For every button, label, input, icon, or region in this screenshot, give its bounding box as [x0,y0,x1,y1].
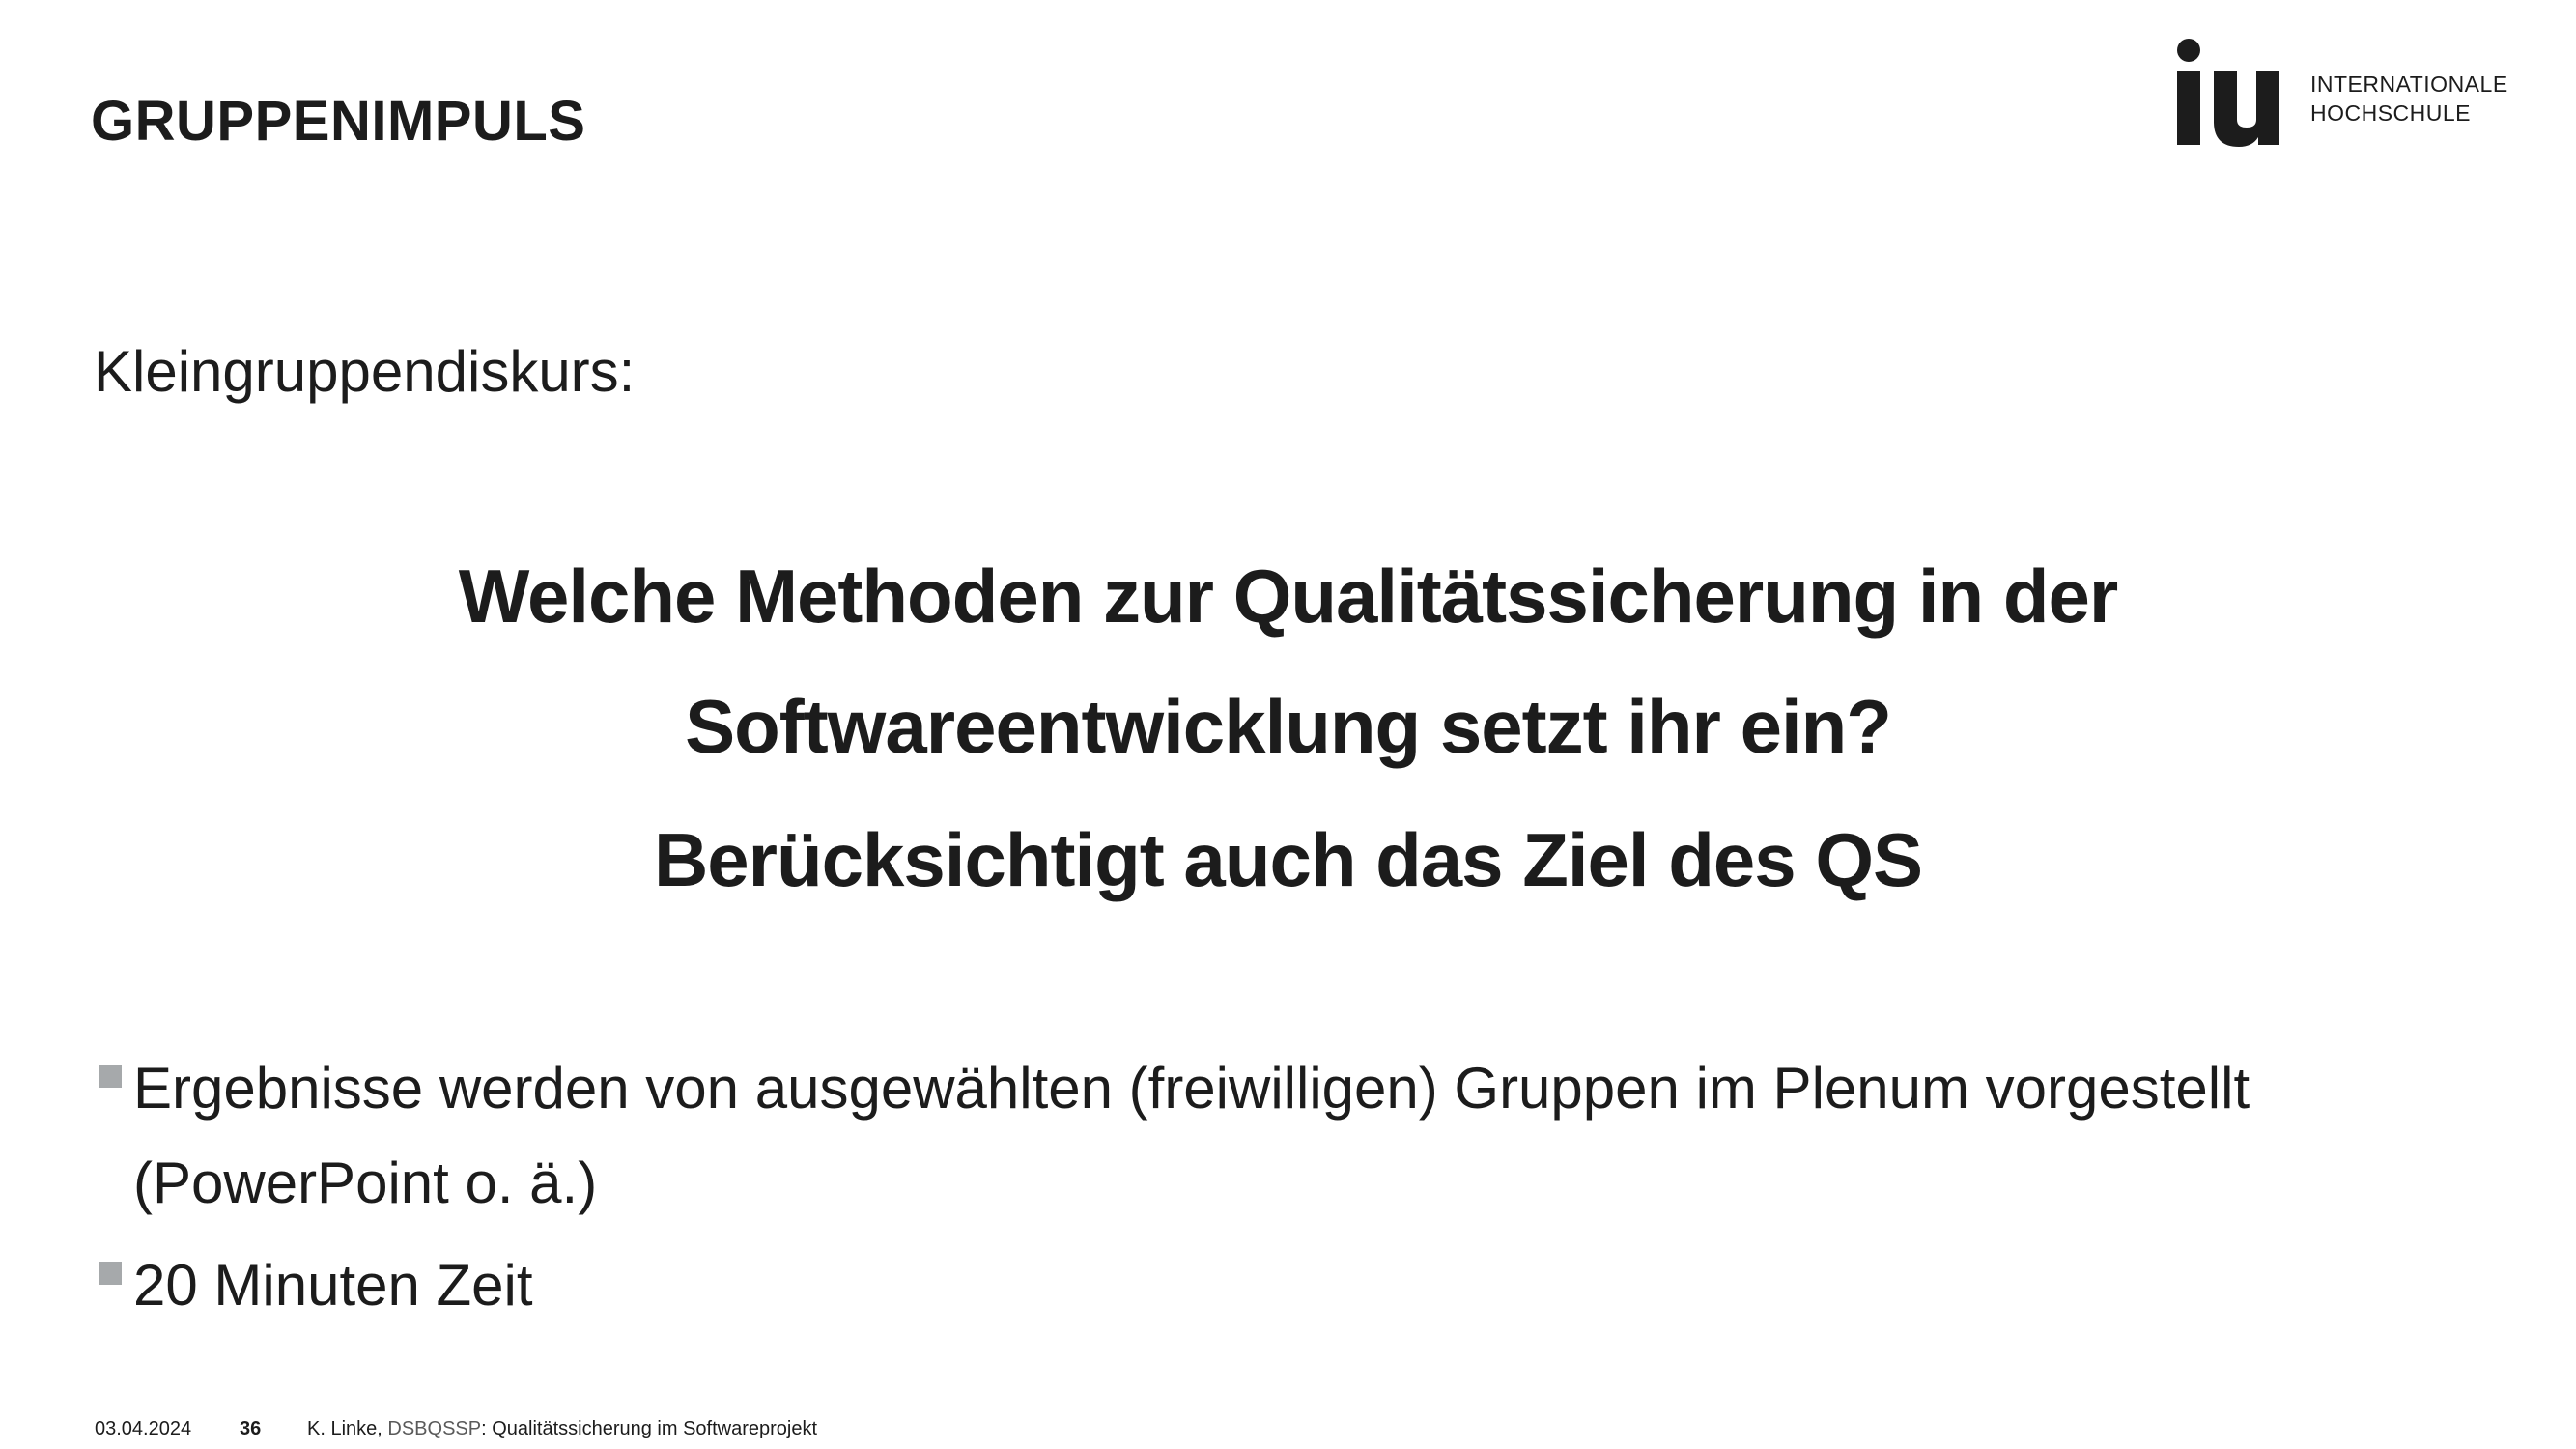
logo-text-line1: INTERNATIONALE [2310,71,2508,97]
bullet-text: 20 Minuten Zeit [133,1253,533,1318]
footer-course-code: DSBQSSP [387,1418,482,1439]
logo-text-line2: HOCHSCHULE [2310,100,2472,126]
square-bullet-icon [99,1065,122,1088]
footer-course-title: : Qualitätssicherung im Softwareprojekt [481,1418,818,1439]
bullet-text: Ergebnisse werden von ausgewählten (frei… [133,1056,2250,1215]
logo-text: INTERNATIONALE HOCHSCHULE [2310,70,2508,128]
question-line-3: Berücksichtigt auch das Ziel des QS [653,817,1923,902]
bullet-item: Ergebnisse werden von ausgewählten (frei… [99,1041,2417,1231]
bullet-item: 20 Minuten Zeit [99,1238,2417,1333]
square-bullet-icon [99,1262,122,1285]
question-line-2: Softwareentwicklung setzt ihr ein? [685,684,1892,769]
bullet-list: Ergebnisse werden von ausgewählten (frei… [99,1041,2417,1341]
slide: GRUPPENIMPULS INTERNATIONALE HOCHSCHULE … [0,0,2576,1449]
iu-logo: INTERNATIONALE HOCHSCHULE [2173,37,2521,153]
footer-author: K. Linke, [307,1418,382,1439]
footer-date: 03.04.2024 [95,1418,192,1439]
slide-title: GRUPPENIMPULS [91,90,586,153]
footer: 03.04.2024 36 K. Linke, DSBQSSP: Qualitäts… [95,1418,817,1440]
subtitle: Kleingruppendiskurs: [94,339,636,404]
question-line-1: Welche Methoden zur Qualitätssicherung i… [458,554,2119,639]
footer-page-number: 36 [240,1418,262,1439]
iu-logo-icon [2177,39,2279,147]
